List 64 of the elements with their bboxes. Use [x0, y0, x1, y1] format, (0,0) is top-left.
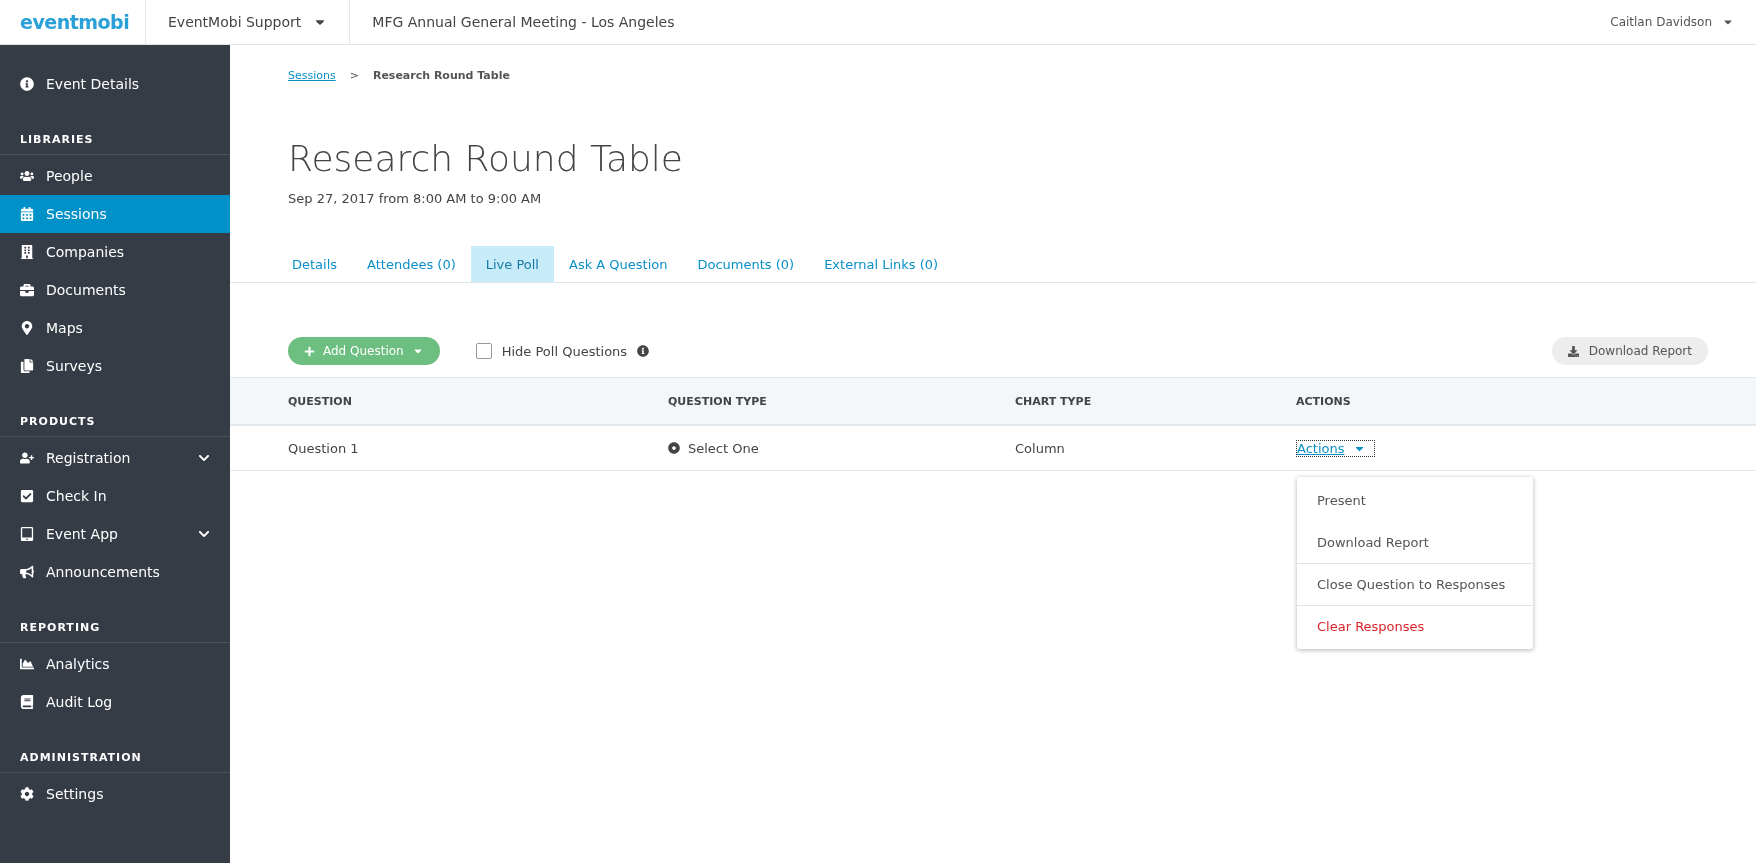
book-icon [20, 695, 34, 709]
info-icon[interactable] [637, 345, 650, 357]
menu-item[interactable]: Download Report [1297, 521, 1533, 563]
sidebar-heading: REPORTING [0, 605, 230, 643]
user-menu[interactable]: Caitlan Davidson [1610, 15, 1734, 29]
radio-icon [668, 442, 680, 454]
user-plus-icon [20, 451, 34, 465]
sidebar-item[interactable]: Event Details [0, 65, 230, 103]
table-cell-text: Question 1 [288, 440, 360, 456]
session-time: Sep 27, 2017 from 8:00 AM to 9:00 AM [288, 191, 543, 206]
organization-selector[interactable]: EventMobi Support [145, 0, 350, 45]
column-header: ACTIONS [1296, 394, 1352, 408]
column-header: CHART TYPE [1015, 394, 1093, 408]
map-pin-icon [20, 321, 34, 335]
menu-item[interactable]: Close Question to Responses [1297, 563, 1533, 605]
documents-icon [20, 359, 34, 373]
megaphone-icon [20, 565, 34, 579]
sidebar-item[interactable]: Announcements [0, 553, 230, 591]
table-cell-text: Column [1015, 440, 1066, 456]
column-header: QUESTION TYPE [668, 394, 768, 408]
breadcrumb-current: Research Round Table [372, 69, 510, 82]
calendar-icon [20, 207, 34, 221]
tab[interactable]: External Links (0) [809, 246, 954, 282]
tablet-icon [20, 527, 34, 541]
building-icon [20, 245, 34, 259]
people-icon [20, 169, 34, 183]
plus-icon [304, 345, 315, 357]
sidebar-item[interactable]: Audit Log [0, 683, 230, 721]
actions-dropdown[interactable]: Actions [1296, 439, 1375, 457]
checkbox-label: Hide Poll Questions [501, 343, 628, 359]
sidebar-item[interactable]: Documents [0, 271, 230, 309]
briefcase-icon [20, 283, 34, 297]
sidebar-item[interactable]: Sessions [0, 195, 230, 233]
download-icon [1567, 345, 1579, 357]
table-cell: Select One [688, 440, 759, 456]
sidebar-item[interactable]: Analytics [0, 645, 230, 683]
breadcrumb-link[interactable]: Sessions [288, 69, 336, 82]
info-icon [20, 77, 34, 91]
checkbox-icon [20, 489, 34, 503]
sidebar-item[interactable]: Companies [0, 233, 230, 271]
page-title: Research Round Table [288, 138, 684, 179]
column-header: QUESTION [288, 394, 353, 408]
sidebar-item[interactable]: People [0, 157, 230, 195]
tab[interactable]: Attendees (0) [352, 246, 471, 282]
tab[interactable]: Live Poll [470, 246, 554, 282]
breadcrumb-separator: > [349, 69, 359, 82]
download-report-button[interactable]: Download Report [1551, 337, 1708, 365]
area-chart-icon [20, 657, 34, 671]
event-name: MFG Annual General Meeting - Los Angeles [349, 0, 697, 45]
tab[interactable]: Ask A Question [554, 246, 683, 282]
sidebar-item[interactable]: Maps [0, 309, 230, 347]
sidebar-item[interactable]: Settings [0, 775, 230, 813]
sidebar-item[interactable]: Event App [0, 515, 230, 553]
sidebar-item[interactable]: Check In [0, 477, 230, 515]
settings-icon [20, 787, 34, 801]
tab[interactable]: Details [277, 246, 353, 282]
sidebar-heading: ADMINISTRATION [0, 735, 230, 773]
sidebar-heading: LIBRARIES [0, 117, 230, 155]
menu-item[interactable]: Clear Responses [1297, 605, 1533, 647]
tab[interactable]: Documents (0) [682, 246, 810, 282]
checkbox[interactable] [475, 343, 492, 359]
sidebar-item[interactable]: Surveys [0, 347, 230, 385]
menu-item[interactable]: Present [1297, 479, 1533, 521]
sidebar-item[interactable]: Registration [0, 439, 230, 477]
